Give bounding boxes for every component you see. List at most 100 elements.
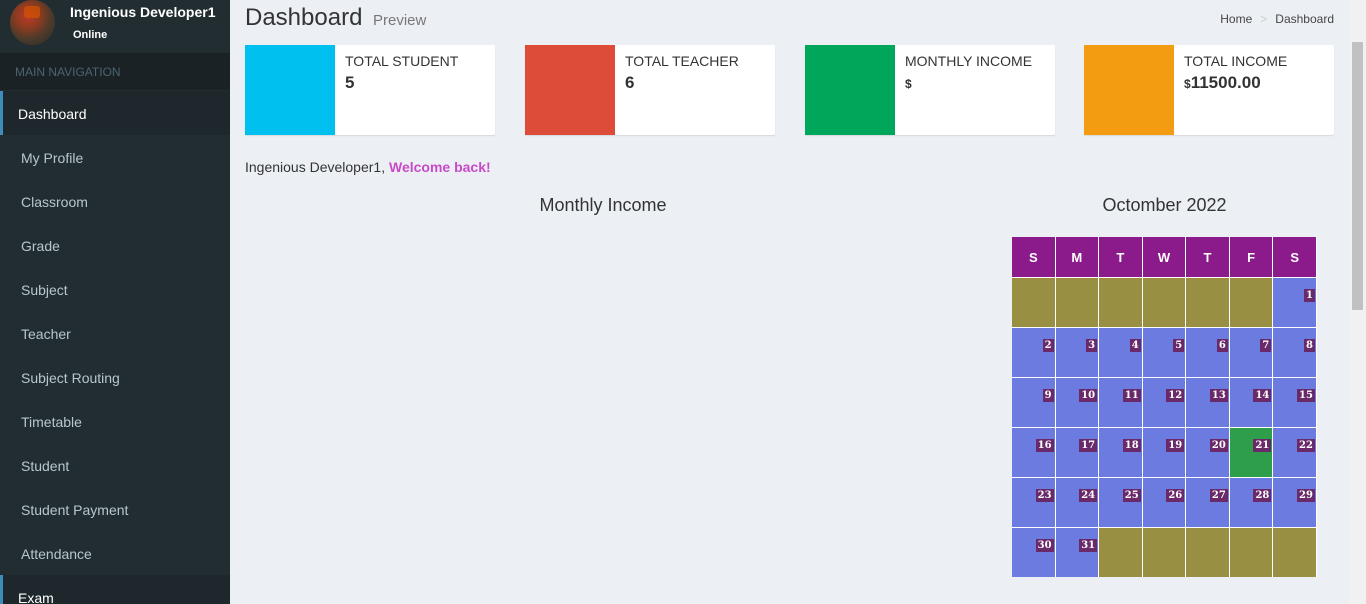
calendar-weekday: M — [1055, 237, 1100, 277]
scrollbar-thumb[interactable] — [1352, 42, 1363, 310]
calendar-day-cell[interactable]: 19 — [1142, 427, 1187, 477]
calendar-empty-cell — [1012, 277, 1056, 327]
sidebar-item-teacher[interactable]: Teacher — [0, 311, 230, 355]
info-box-icon — [805, 45, 895, 135]
calendar-day-cell[interactable]: 8 — [1273, 327, 1317, 377]
calendar-day-number: 4 — [1129, 339, 1141, 352]
calendar-day-cell[interactable]: 26 — [1142, 477, 1187, 527]
breadcrumb-current: Dashboard — [1275, 12, 1334, 26]
welcome-name: Ingenious Developer1, — [245, 159, 386, 175]
calendar-weekday: S — [1012, 237, 1056, 277]
sidebar-item-my-profile[interactable]: My Profile — [0, 135, 230, 179]
sidebar-item-student[interactable]: Student — [0, 443, 230, 487]
calendar-empty-cell — [1099, 277, 1143, 327]
calendar-day-cell[interactable]: 5 — [1142, 327, 1187, 377]
info-box-value: $ — [905, 77, 912, 91]
calendar-day-number: 27 — [1209, 489, 1228, 502]
calendar-day-number: 14 — [1253, 389, 1272, 402]
calendar-weekday: S — [1273, 237, 1317, 277]
calendar-day-number: 22 — [1297, 439, 1315, 452]
calendar-day-cell[interactable]: 16 — [1012, 427, 1056, 477]
calendar-week-row: 30 31 — [1012, 527, 1317, 577]
calendar-day-cell[interactable]: 15 — [1273, 377, 1317, 427]
calendar-day-cell[interactable]: 23 — [1012, 477, 1056, 527]
breadcrumb-home[interactable]: Home — [1220, 12, 1252, 26]
calendar: SMTWTFS 1 2 3 4 5 6 7 8 9 10 11 12 13 14 15 16 17 18 19 20 2… — [1012, 237, 1317, 577]
info-box-icon — [525, 45, 615, 135]
calendar-day-number: 9 — [1042, 389, 1054, 402]
calendar-day-number: 25 — [1122, 489, 1141, 502]
calendar-day-number: 23 — [1035, 489, 1054, 502]
calendar-day-cell[interactable]: 1 — [1273, 277, 1317, 327]
sidebar-item-timetable[interactable]: Timetable — [0, 399, 230, 443]
calendar-day-cell[interactable]: 14 — [1229, 377, 1274, 427]
sidebar-item-subject-routing[interactable]: Subject Routing — [0, 355, 230, 399]
avatar[interactable] — [10, 0, 55, 45]
info-box-icon — [245, 45, 335, 135]
calendar-day-cell[interactable]: 30 — [1012, 527, 1056, 577]
calendar-day-cell[interactable]: 10 — [1055, 377, 1100, 427]
calendar-day-number: 13 — [1209, 389, 1228, 402]
calendar-day-cell[interactable]: 2 — [1012, 327, 1056, 377]
info-box-total-student: TOTAL STUDENT 5 — [245, 45, 495, 135]
calendar-day-number: 17 — [1079, 439, 1098, 452]
calendar-day-cell[interactable]: 6 — [1186, 327, 1230, 377]
calendar-day-cell[interactable]: 7 — [1229, 327, 1274, 377]
calendar-day-number: 3 — [1086, 339, 1098, 352]
calendar-weekday-row: SMTWTFS — [1012, 237, 1317, 277]
chart-title: Monthly Income — [539, 195, 667, 215]
calendar-day-number: 6 — [1216, 339, 1228, 352]
nav-header: MAIN NAVIGATION — [0, 53, 230, 90]
sidebar-item-exam[interactable]: Exam — [0, 575, 230, 604]
calendar-empty-cell — [1186, 277, 1230, 327]
info-box-monthly-income: MONTHLY INCOME $ — [805, 45, 1055, 135]
calendar-empty-cell — [1142, 277, 1187, 327]
user-status: Online — [73, 29, 108, 41]
info-box-value: 6 — [625, 73, 635, 92]
calendar-day-number: 15 — [1297, 389, 1315, 402]
calendar-weekday: T — [1186, 237, 1230, 277]
calendar-day-cell[interactable]: 17 — [1055, 427, 1100, 477]
calendar-day-cell[interactable]: 28 — [1229, 477, 1274, 527]
calendar-day-cell[interactable]: 12 — [1142, 377, 1187, 427]
calendar-day-cell[interactable]: 24 — [1055, 477, 1100, 527]
calendar-day-cell[interactable]: 4 — [1099, 327, 1143, 377]
calendar-day-number: 5 — [1173, 339, 1185, 352]
user-name: Ingenious Developer1 — [70, 4, 216, 20]
calendar-empty-cell — [1229, 527, 1274, 577]
calendar-day-cell[interactable]: 31 — [1055, 527, 1100, 577]
welcome-message: Ingenious Developer1, Welcome back! — [245, 159, 491, 175]
calendar-week-row: 16 17 18 19 20 21 22 — [1012, 427, 1317, 477]
sidebar-item-grade[interactable]: Grade — [0, 223, 230, 267]
calendar-day-cell[interactable]: 13 — [1186, 377, 1230, 427]
calendar-weekday: T — [1099, 237, 1143, 277]
info-box-total-teacher: TOTAL TEACHER 6 — [525, 45, 775, 135]
info-box-label: TOTAL TEACHER — [625, 53, 739, 69]
calendar-day-number: 2 — [1042, 339, 1054, 352]
calendar-day-number: 29 — [1297, 489, 1315, 502]
calendar-day-cell[interactable]: 18 — [1099, 427, 1143, 477]
calendar-day-cell[interactable]: 20 — [1186, 427, 1230, 477]
calendar-day-cell[interactable]: 27 — [1186, 477, 1230, 527]
info-box-label: TOTAL INCOME — [1184, 53, 1288, 69]
sidebar-item-subject[interactable]: Subject — [0, 267, 230, 311]
scrollbar[interactable] — [1349, 0, 1366, 604]
calendar-day-cell[interactable]: 25 — [1099, 477, 1143, 527]
sidebar-item-dashboard[interactable]: Dashboard — [0, 91, 230, 135]
calendar-empty-cell — [1142, 527, 1187, 577]
calendar-day-cell[interactable]: 21 — [1229, 427, 1274, 477]
calendar-day-cell[interactable]: 11 — [1099, 377, 1143, 427]
calendar-day-number: 21 — [1253, 439, 1272, 452]
calendar-day-number: 24 — [1079, 489, 1098, 502]
calendar-day-cell[interactable]: 3 — [1055, 327, 1100, 377]
calendar-day-cell[interactable]: 22 — [1273, 427, 1317, 477]
sidebar-item-attendance[interactable]: Attendance — [0, 531, 230, 575]
calendar-day-cell[interactable]: 29 — [1273, 477, 1317, 527]
sidebar-item-classroom[interactable]: Classroom — [0, 179, 230, 223]
info-box-label: TOTAL STUDENT — [345, 53, 459, 69]
calendar-weekday: W — [1142, 237, 1187, 277]
calendar-day-cell[interactable]: 9 — [1012, 377, 1056, 427]
calendar-day-number: 12 — [1166, 389, 1185, 402]
sidebar-item-student-payment[interactable]: Student Payment — [0, 487, 230, 531]
calendar-day-number: 7 — [1260, 339, 1272, 352]
